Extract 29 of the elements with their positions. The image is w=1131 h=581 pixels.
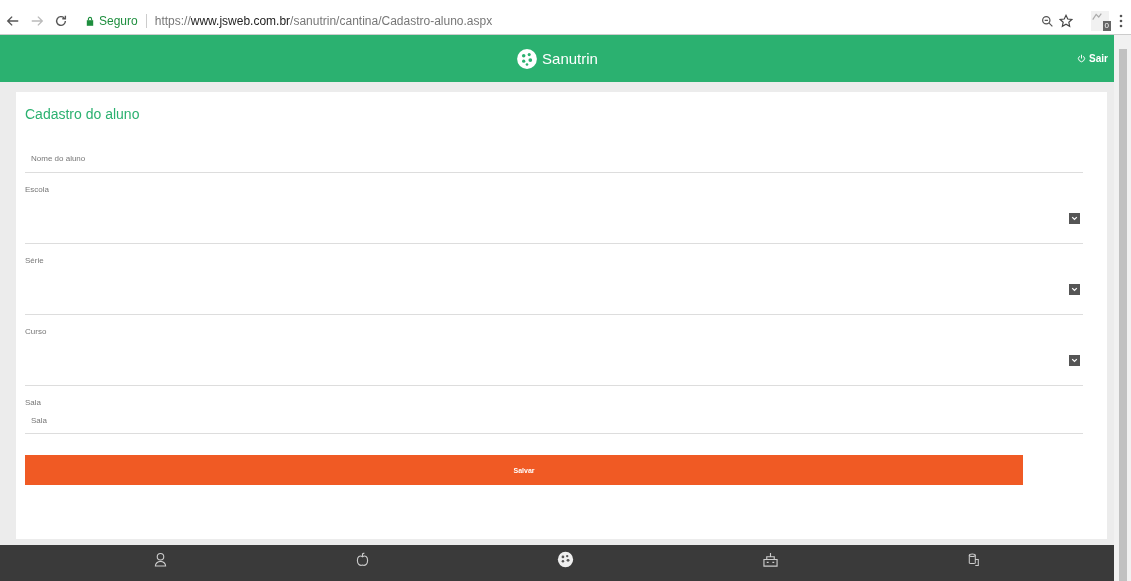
reload-icon[interactable]	[54, 14, 68, 28]
lock-icon	[86, 16, 94, 26]
extension-badge: 0	[1102, 21, 1111, 31]
dropdown-icon	[1069, 213, 1080, 224]
brand-name: Sanutrin	[542, 50, 598, 67]
star-icon[interactable]	[1059, 14, 1073, 28]
text-field[interactable]: Sala	[25, 407, 1083, 433]
field-label: Curso	[25, 327, 48, 336]
text-field[interactable]: Nome do aluno	[25, 144, 1083, 172]
url-text: https://www.jsweb.com.br/sanutrin/cantina/Cadastro-aluno.aspx	[154, 14, 493, 28]
dropdown-icon	[1069, 284, 1080, 295]
form-title: Cadastro do aluno	[25, 106, 141, 122]
scrollbar[interactable]	[1114, 35, 1131, 581]
logo-icon	[516, 47, 539, 70]
coins-icon[interactable]	[967, 551, 980, 567]
zoom-icon[interactable]	[1041, 14, 1054, 28]
field-label: Série	[25, 256, 45, 265]
field-label: Sala	[25, 398, 42, 407]
dropdown-icon	[1069, 355, 1080, 366]
building-icon[interactable]	[762, 551, 780, 567]
security-label: Seguro	[99, 14, 138, 28]
extension-button[interactable]: 0	[1091, 11, 1109, 31]
field-label: Escola	[25, 185, 50, 194]
person-icon[interactable]	[154, 551, 168, 567]
menu-icon[interactable]	[1119, 14, 1123, 28]
back-icon[interactable]	[6, 14, 20, 28]
power-icon	[1077, 54, 1087, 63]
logo-icon[interactable]	[556, 550, 574, 568]
apple-icon[interactable]	[355, 551, 369, 567]
